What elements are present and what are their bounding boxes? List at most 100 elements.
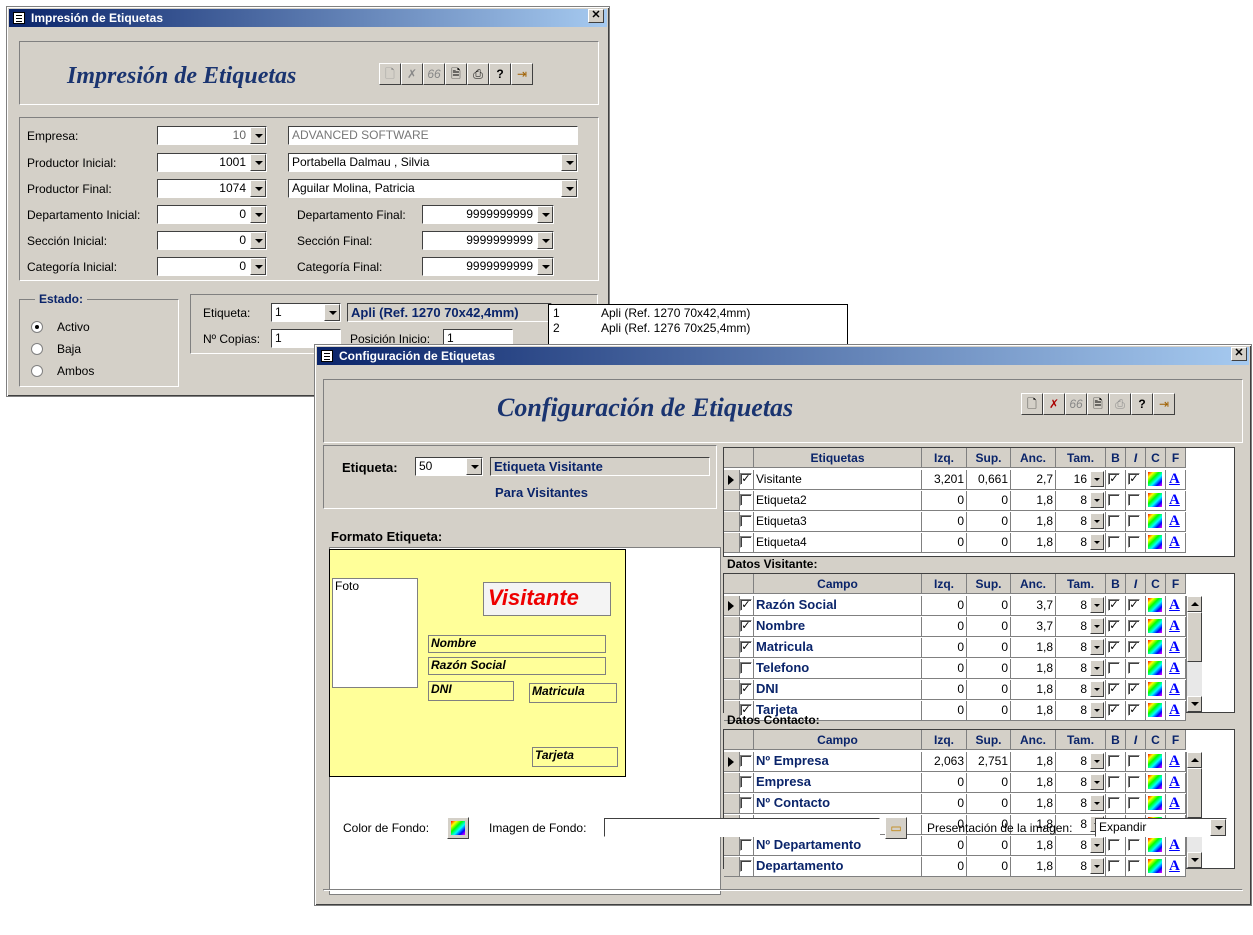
color-picker-icon[interactable] <box>1148 493 1162 507</box>
enabled-checkbox[interactable] <box>740 515 752 527</box>
row-selector[interactable] <box>724 752 740 772</box>
field-sup-cell[interactable]: 0 <box>967 680 1011 700</box>
field-izq-cell[interactable]: 0 <box>922 857 967 877</box>
enabled-checkbox[interactable] <box>740 536 752 548</box>
bold-checkbox[interactable] <box>1108 662 1120 674</box>
bold-checkbox[interactable]: ✓ <box>1108 620 1120 632</box>
preview-nombre[interactable]: Nombre <box>428 635 606 653</box>
color-picker-icon[interactable] <box>1148 703 1162 717</box>
field-name-cell[interactable]: Etiqueta2 <box>754 491 922 511</box>
departamento-final-field[interactable]: 9999999999 <box>422 205 554 224</box>
field-izq-cell[interactable]: 0 <box>922 794 967 814</box>
vertical-scrollbar[interactable] <box>1186 596 1202 712</box>
scroll-thumb[interactable] <box>1187 612 1202 662</box>
field-sup-cell[interactable]: 0 <box>967 794 1011 814</box>
field-anc-cell[interactable]: 2,7 <box>1011 470 1056 490</box>
field-anc-cell[interactable]: 3,7 <box>1011 617 1056 637</box>
size-dropdown[interactable] <box>1090 660 1104 676</box>
scroll-down-button[interactable] <box>1187 852 1202 868</box>
field-anc-cell[interactable]: 1,8 <box>1011 659 1056 679</box>
bold-checkbox[interactable] <box>1108 797 1120 809</box>
field-anc-cell[interactable]: 1,8 <box>1011 638 1056 658</box>
size-dropdown[interactable] <box>1090 618 1104 634</box>
field-tam-cell[interactable]: 16 <box>1056 470 1106 490</box>
field-tam-cell[interactable]: 8 <box>1056 773 1106 793</box>
presentacion-select[interactable]: Expandir <box>1095 818 1227 837</box>
field-izq-cell[interactable]: 2,063 <box>922 752 967 772</box>
field-tam-cell[interactable]: 8 <box>1056 659 1106 679</box>
preview-icon[interactable]: 🗎 <box>1087 393 1109 415</box>
field-sup-cell[interactable]: 0 <box>967 533 1011 553</box>
size-dropdown[interactable] <box>1090 774 1104 790</box>
enabled-checkbox[interactable] <box>740 776 752 788</box>
help-icon[interactable]: ? <box>1131 393 1153 415</box>
estado-activo-radio[interactable] <box>31 321 43 333</box>
field-sup-cell[interactable]: 0 <box>967 701 1011 721</box>
field-izq-cell[interactable]: 0 <box>922 596 967 616</box>
field-name-cell[interactable]: Matricula <box>754 638 922 658</box>
bold-checkbox[interactable]: ✓ <box>1108 641 1120 653</box>
field-sup-cell[interactable]: 0 <box>967 773 1011 793</box>
field-anc-cell[interactable]: 1,8 <box>1011 794 1056 814</box>
seccion-final-field[interactable]: 9999999999 <box>422 231 554 250</box>
row-selector[interactable] <box>724 638 740 658</box>
field-name-cell[interactable]: Nº Contacto <box>754 794 922 814</box>
font-picker-icon[interactable]: A <box>1169 618 1180 634</box>
enabled-checkbox[interactable] <box>740 755 752 767</box>
bold-checkbox[interactable]: ✓ <box>1108 704 1120 716</box>
field-tam-cell[interactable]: 8 <box>1056 596 1106 616</box>
field-tam-cell[interactable]: 8 <box>1056 680 1106 700</box>
field-name-cell[interactable]: Nº Departamento <box>754 836 922 856</box>
delete-icon[interactable]: ✗ <box>401 63 423 85</box>
size-dropdown[interactable] <box>1090 597 1104 613</box>
row-selector[interactable] <box>724 794 740 814</box>
field-name-cell[interactable]: Etiqueta3 <box>754 512 922 532</box>
vertical-scrollbar[interactable] <box>1186 752 1202 868</box>
preview-dni[interactable]: DNI <box>428 681 514 701</box>
row-selector[interactable] <box>724 680 740 700</box>
field-anc-cell[interactable]: 3,7 <box>1011 596 1056 616</box>
size-dropdown[interactable] <box>1090 681 1104 697</box>
bold-checkbox[interactable] <box>1108 839 1120 851</box>
size-dropdown[interactable] <box>1090 702 1104 718</box>
field-name-cell[interactable]: Razón Social <box>754 596 922 616</box>
size-dropdown[interactable] <box>1090 795 1104 811</box>
field-name-cell[interactable]: Visitante <box>754 470 922 490</box>
field-izq-cell[interactable]: 0 <box>922 701 967 721</box>
preview-foto[interactable]: Foto <box>332 578 418 688</box>
configuracion-titlebar[interactable]: Configuración de Etiquetas <box>317 347 1249 365</box>
field-name-cell[interactable]: Nº Empresa <box>754 752 922 772</box>
field-izq-cell[interactable]: 0 <box>922 617 967 637</box>
color-picker-icon[interactable] <box>1148 838 1162 852</box>
italic-checkbox[interactable]: ✓ <box>1128 641 1140 653</box>
field-izq-cell[interactable]: 3,201 <box>922 470 967 490</box>
field-izq-cell[interactable]: 0 <box>922 836 967 856</box>
row-selector[interactable] <box>724 857 740 877</box>
font-picker-icon[interactable]: A <box>1169 513 1180 529</box>
size-dropdown[interactable] <box>1090 753 1104 769</box>
categoria-final-field[interactable]: 9999999999 <box>422 257 554 276</box>
print-icon[interactable]: ⎙ <box>467 63 489 85</box>
scroll-down-button[interactable] <box>1187 696 1202 712</box>
departamento-inicial-field[interactable]: 0 <box>157 205 267 224</box>
color-picker-icon[interactable] <box>1148 535 1162 549</box>
etiqueta-dropdown-list[interactable]: 1 Apli (Ref. 1270 70x42,4mm) 2 Apli (Ref… <box>548 304 848 346</box>
close-button[interactable]: ✕ <box>1231 347 1247 361</box>
field-anc-cell[interactable]: 1,8 <box>1011 533 1056 553</box>
font-picker-icon[interactable]: A <box>1169 753 1180 769</box>
font-picker-icon[interactable]: A <box>1169 702 1180 718</box>
field-tam-cell[interactable]: 8 <box>1056 701 1106 721</box>
field-sup-cell[interactable]: 0 <box>967 596 1011 616</box>
font-picker-icon[interactable]: A <box>1169 471 1180 487</box>
italic-checkbox[interactable]: ✓ <box>1128 704 1140 716</box>
field-tam-cell[interactable]: 8 <box>1056 638 1106 658</box>
delete-icon[interactable]: ✗ <box>1043 393 1065 415</box>
font-picker-icon[interactable]: A <box>1169 837 1180 853</box>
productor-inicial-name[interactable]: Portabella Dalmau , Silvia <box>288 153 578 172</box>
field-tam-cell[interactable]: 8 <box>1056 533 1106 553</box>
field-sup-cell[interactable]: 0 <box>967 836 1011 856</box>
field-tam-cell[interactable]: 8 <box>1056 794 1106 814</box>
field-anc-cell[interactable]: 1,8 <box>1011 836 1056 856</box>
field-name-cell[interactable]: Nombre <box>754 617 922 637</box>
productor-final-name[interactable]: Aguilar Molina, Patricia <box>288 179 578 198</box>
